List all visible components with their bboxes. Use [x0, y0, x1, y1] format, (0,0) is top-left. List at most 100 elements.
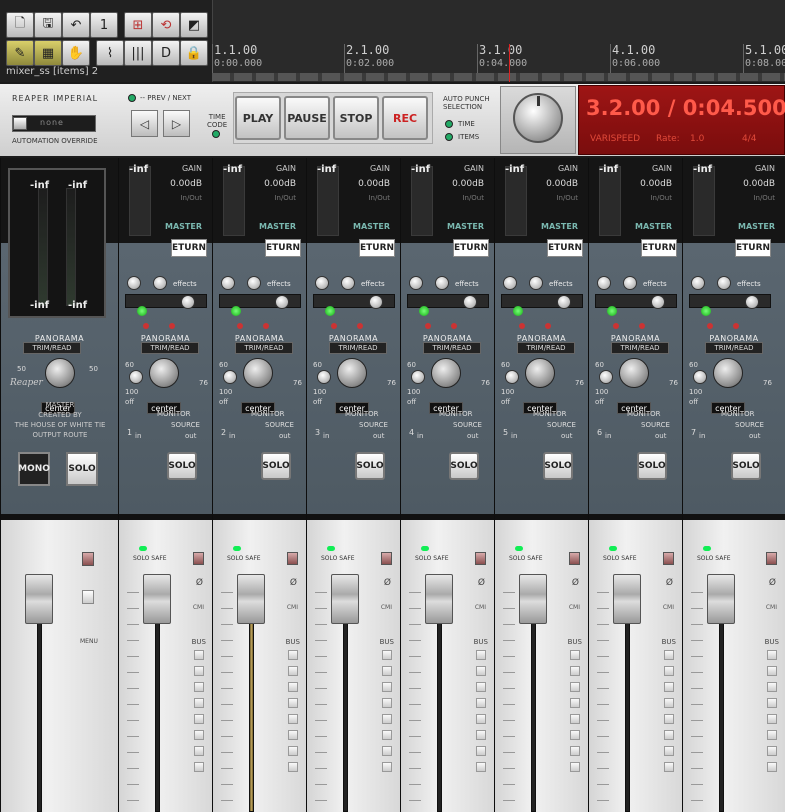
volume-fader[interactable] [613, 574, 641, 624]
solo-button[interactable]: SOLO [543, 452, 573, 480]
bus-button[interactable] [194, 762, 204, 772]
phase-invert-icon[interactable]: Ø [666, 578, 673, 588]
bus-button[interactable] [767, 666, 777, 676]
master-solo-button[interactable]: SOLO [66, 452, 98, 486]
solo-button[interactable]: SOLO [261, 452, 291, 480]
send-knob-icon[interactable] [435, 276, 449, 290]
bus-button[interactable] [476, 746, 486, 756]
bus-button[interactable] [767, 650, 777, 660]
solo-safe-label[interactable]: SOLO SAFE [415, 556, 449, 562]
master-send-label[interactable]: MASTER [353, 222, 390, 231]
phase-invert-icon[interactable]: Ø [384, 578, 391, 588]
autopunch-items-led-icon[interactable] [445, 133, 453, 141]
trim-mode-button[interactable]: TRIM/READ [235, 342, 293, 354]
master-send-label[interactable]: MASTER [447, 222, 484, 231]
send-level-knob[interactable] [745, 295, 759, 309]
channel-meter-peak[interactable]: -inf [317, 164, 336, 175]
varispeed-label[interactable]: VARISPEED [590, 134, 640, 144]
bus-button[interactable] [382, 746, 392, 756]
mute-button[interactable] [193, 552, 204, 565]
bus-button[interactable] [382, 698, 392, 708]
bus-button[interactable] [476, 698, 486, 708]
fx-return-button[interactable]: ETURN [547, 239, 583, 257]
bus-button[interactable] [664, 746, 674, 756]
width-knob-icon[interactable] [223, 370, 237, 384]
bus-button[interactable] [382, 714, 392, 724]
bus-button[interactable] [476, 682, 486, 692]
playhead-cursor[interactable] [509, 44, 510, 82]
channel-meter-peak[interactable]: -inf [693, 164, 712, 175]
bus-button[interactable] [382, 762, 392, 772]
bus-button[interactable] [288, 698, 298, 708]
bus-button[interactable] [664, 762, 674, 772]
gain-value[interactable]: 0.00dB [452, 179, 484, 189]
trim-mode-button[interactable]: TRIM/READ [423, 342, 481, 354]
master-send-label[interactable]: MASTER [541, 222, 578, 231]
bus-button[interactable] [476, 666, 486, 676]
bus-button[interactable] [194, 650, 204, 660]
bus-button[interactable] [194, 714, 204, 724]
volume-fader[interactable] [707, 574, 735, 624]
master-send-label[interactable]: MASTER [738, 222, 775, 231]
bus-button[interactable] [767, 730, 777, 740]
new-project-icon[interactable]: 🗋 [6, 12, 34, 38]
bus-button[interactable] [664, 682, 674, 692]
bus-button[interactable] [476, 762, 486, 772]
bus-button[interactable] [194, 746, 204, 756]
bus-button[interactable] [476, 730, 486, 740]
bus-button[interactable] [664, 698, 674, 708]
bus-button[interactable] [382, 650, 392, 660]
grid-icon[interactable]: ⊞ [124, 12, 152, 38]
timecode-led-icon[interactable] [212, 130, 220, 138]
send-knob-icon[interactable] [341, 276, 355, 290]
master-trim-mode[interactable]: TRIM/READ [23, 342, 81, 354]
bus-button[interactable] [288, 746, 298, 756]
master-fader[interactable] [25, 574, 53, 624]
width-knob-icon[interactable] [693, 370, 707, 384]
bus-button[interactable] [664, 730, 674, 740]
prev-button[interactable]: ◁ [131, 110, 158, 137]
master-pan-knob[interactable] [45, 358, 75, 388]
gain-value[interactable]: 0.00dB [358, 179, 390, 189]
channel-meter-peak[interactable]: -inf [505, 164, 524, 175]
mono-button[interactable]: MONO [18, 452, 50, 486]
send-level-knob[interactable] [275, 295, 289, 309]
bus-button[interactable] [382, 682, 392, 692]
volume-fader[interactable] [237, 574, 265, 624]
volume-fader[interactable] [519, 574, 547, 624]
pan-knob[interactable] [243, 358, 273, 388]
pan-knob[interactable] [149, 358, 179, 388]
bus-button[interactable] [476, 650, 486, 660]
bus-button[interactable] [382, 666, 392, 676]
override-slider-handle[interactable] [13, 117, 27, 130]
solo-safe-label[interactable]: SOLO SAFE [509, 556, 543, 562]
phase-invert-icon[interactable]: Ø [196, 578, 203, 588]
trim-mode-button[interactable]: TRIM/READ [329, 342, 387, 354]
gain-value[interactable]: 0.00dB [640, 179, 672, 189]
master-send-label[interactable]: MASTER [259, 222, 296, 231]
gain-value[interactable]: 0.00dB [264, 179, 296, 189]
phase-invert-icon[interactable]: Ø [769, 578, 776, 588]
send-level-knob[interactable] [463, 295, 477, 309]
solo-safe-label[interactable]: SOLO SAFE [133, 556, 167, 562]
fx-return-button[interactable]: ETURN [359, 239, 395, 257]
width-knob-icon[interactable] [411, 370, 425, 384]
fx-knob-icon[interactable] [127, 276, 141, 290]
solo-safe-label[interactable]: SOLO SAFE [227, 556, 261, 562]
bus-button[interactable] [570, 714, 580, 724]
width-knob-icon[interactable] [599, 370, 613, 384]
master-send-label[interactable]: MASTER [635, 222, 672, 231]
bus-button[interactable] [767, 746, 777, 756]
send-knob-icon[interactable] [623, 276, 637, 290]
autopunch-time-led-icon[interactable] [445, 120, 453, 128]
bus-button[interactable] [767, 698, 777, 708]
envelope-icon[interactable]: ⌇ [96, 40, 124, 66]
master-menu-button[interactable] [82, 590, 94, 604]
channel-meter-peak[interactable]: -inf [223, 164, 242, 175]
pan-knob[interactable] [337, 358, 367, 388]
pan-knob[interactable] [525, 358, 555, 388]
pan-knob[interactable] [619, 358, 649, 388]
fx-knob-icon[interactable] [221, 276, 235, 290]
bus-button[interactable] [288, 730, 298, 740]
gain-value[interactable]: 0.00dB [170, 179, 202, 189]
